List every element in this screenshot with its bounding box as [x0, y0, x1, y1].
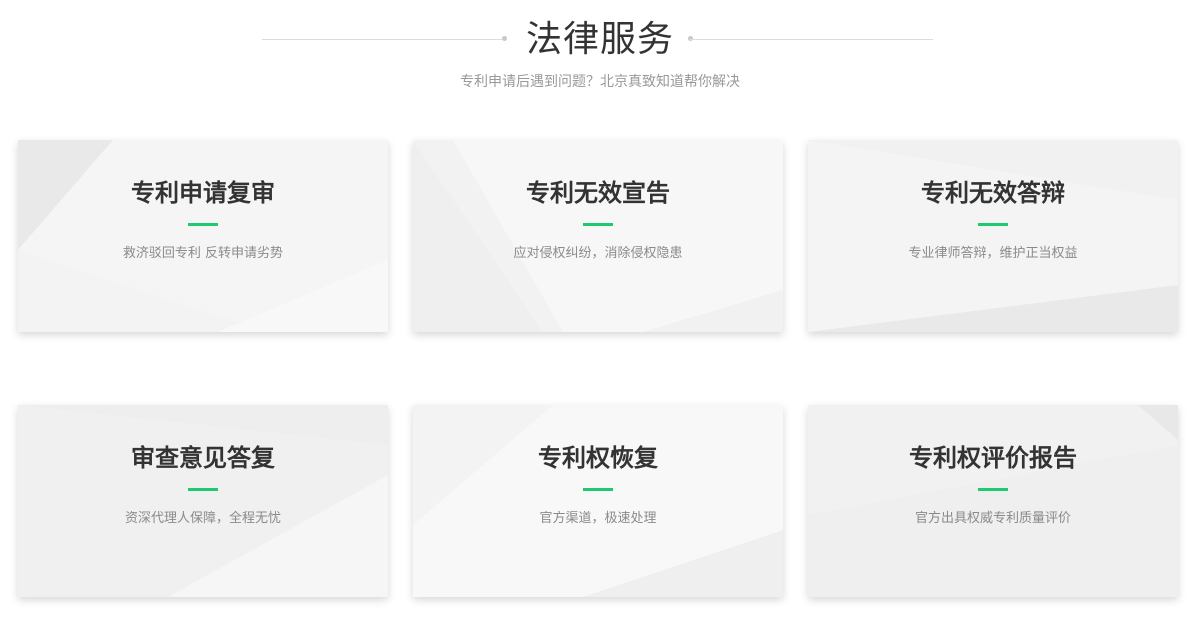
title-divider-right: [690, 39, 933, 40]
card-background-pattern: [413, 140, 783, 332]
card-description: 应对侵权纠纷，消除侵权隐患: [513, 246, 683, 261]
title-row: 法律服务: [0, 14, 1200, 66]
card-title: 专利申请复审: [131, 179, 275, 207]
section-header: 法律服务 专利申请后遇到问题？北京真致知道帮你解决: [0, 14, 1200, 92]
card-description: 资深代理人保障，全程无忧: [124, 511, 281, 526]
service-card-patent-evaluation-report[interactable]: 专利权评价报告 官方出具权威专利质量评价: [808, 405, 1178, 597]
card-title: 专利权评价报告: [909, 444, 1077, 472]
section-title: 法律服务: [525, 19, 674, 60]
card-background-pattern: [413, 405, 783, 597]
legal-services-section: 法律服务 专利申请后遇到问题？北京真致知道帮你解决 专利申请复审 救济驳回专利 …: [0, 0, 1200, 636]
service-card-patent-invalidation[interactable]: 专利无效宣告 应对侵权纠纷，消除侵权隐患: [413, 140, 783, 332]
card-background-pattern: [18, 405, 388, 597]
card-title: 专利权恢复: [538, 444, 658, 472]
card-accent-bar: [978, 223, 1008, 226]
card-title: 专利无效宣告: [526, 179, 670, 207]
service-card-office-action-response[interactable]: 审查意见答复 资深代理人保障，全程无忧: [18, 405, 388, 597]
card-accent-bar: [188, 223, 218, 226]
card-description: 救济驳回专利 反转申请劣势: [122, 246, 284, 261]
card-description: 专业律师答辩，维护正当权益: [908, 246, 1078, 261]
card-background-pattern: [808, 405, 1178, 597]
card-accent-bar: [188, 488, 218, 491]
service-card-invalidation-defense[interactable]: 专利无效答辩 专业律师答辩，维护正当权益: [808, 140, 1178, 332]
card-description: 官方出具权威专利质量评价: [914, 511, 1071, 526]
card-title: 专利无效答辩: [921, 179, 1065, 207]
card-accent-bar: [978, 488, 1008, 491]
card-accent-bar: [583, 223, 613, 226]
section-subtitle: 专利申请后遇到问题？北京真致知道帮你解决: [460, 74, 740, 90]
card-background-pattern: [808, 140, 1178, 332]
card-description: 官方渠道，极速处理: [539, 511, 657, 526]
card-title: 审查意见答复: [131, 444, 275, 472]
service-card-patent-reexamination[interactable]: 专利申请复审 救济驳回专利 反转申请劣势: [18, 140, 388, 332]
card-background-pattern: [18, 140, 388, 332]
service-card-patent-restoration[interactable]: 专利权恢复 官方渠道，极速处理: [413, 405, 783, 597]
card-accent-bar: [583, 488, 613, 491]
